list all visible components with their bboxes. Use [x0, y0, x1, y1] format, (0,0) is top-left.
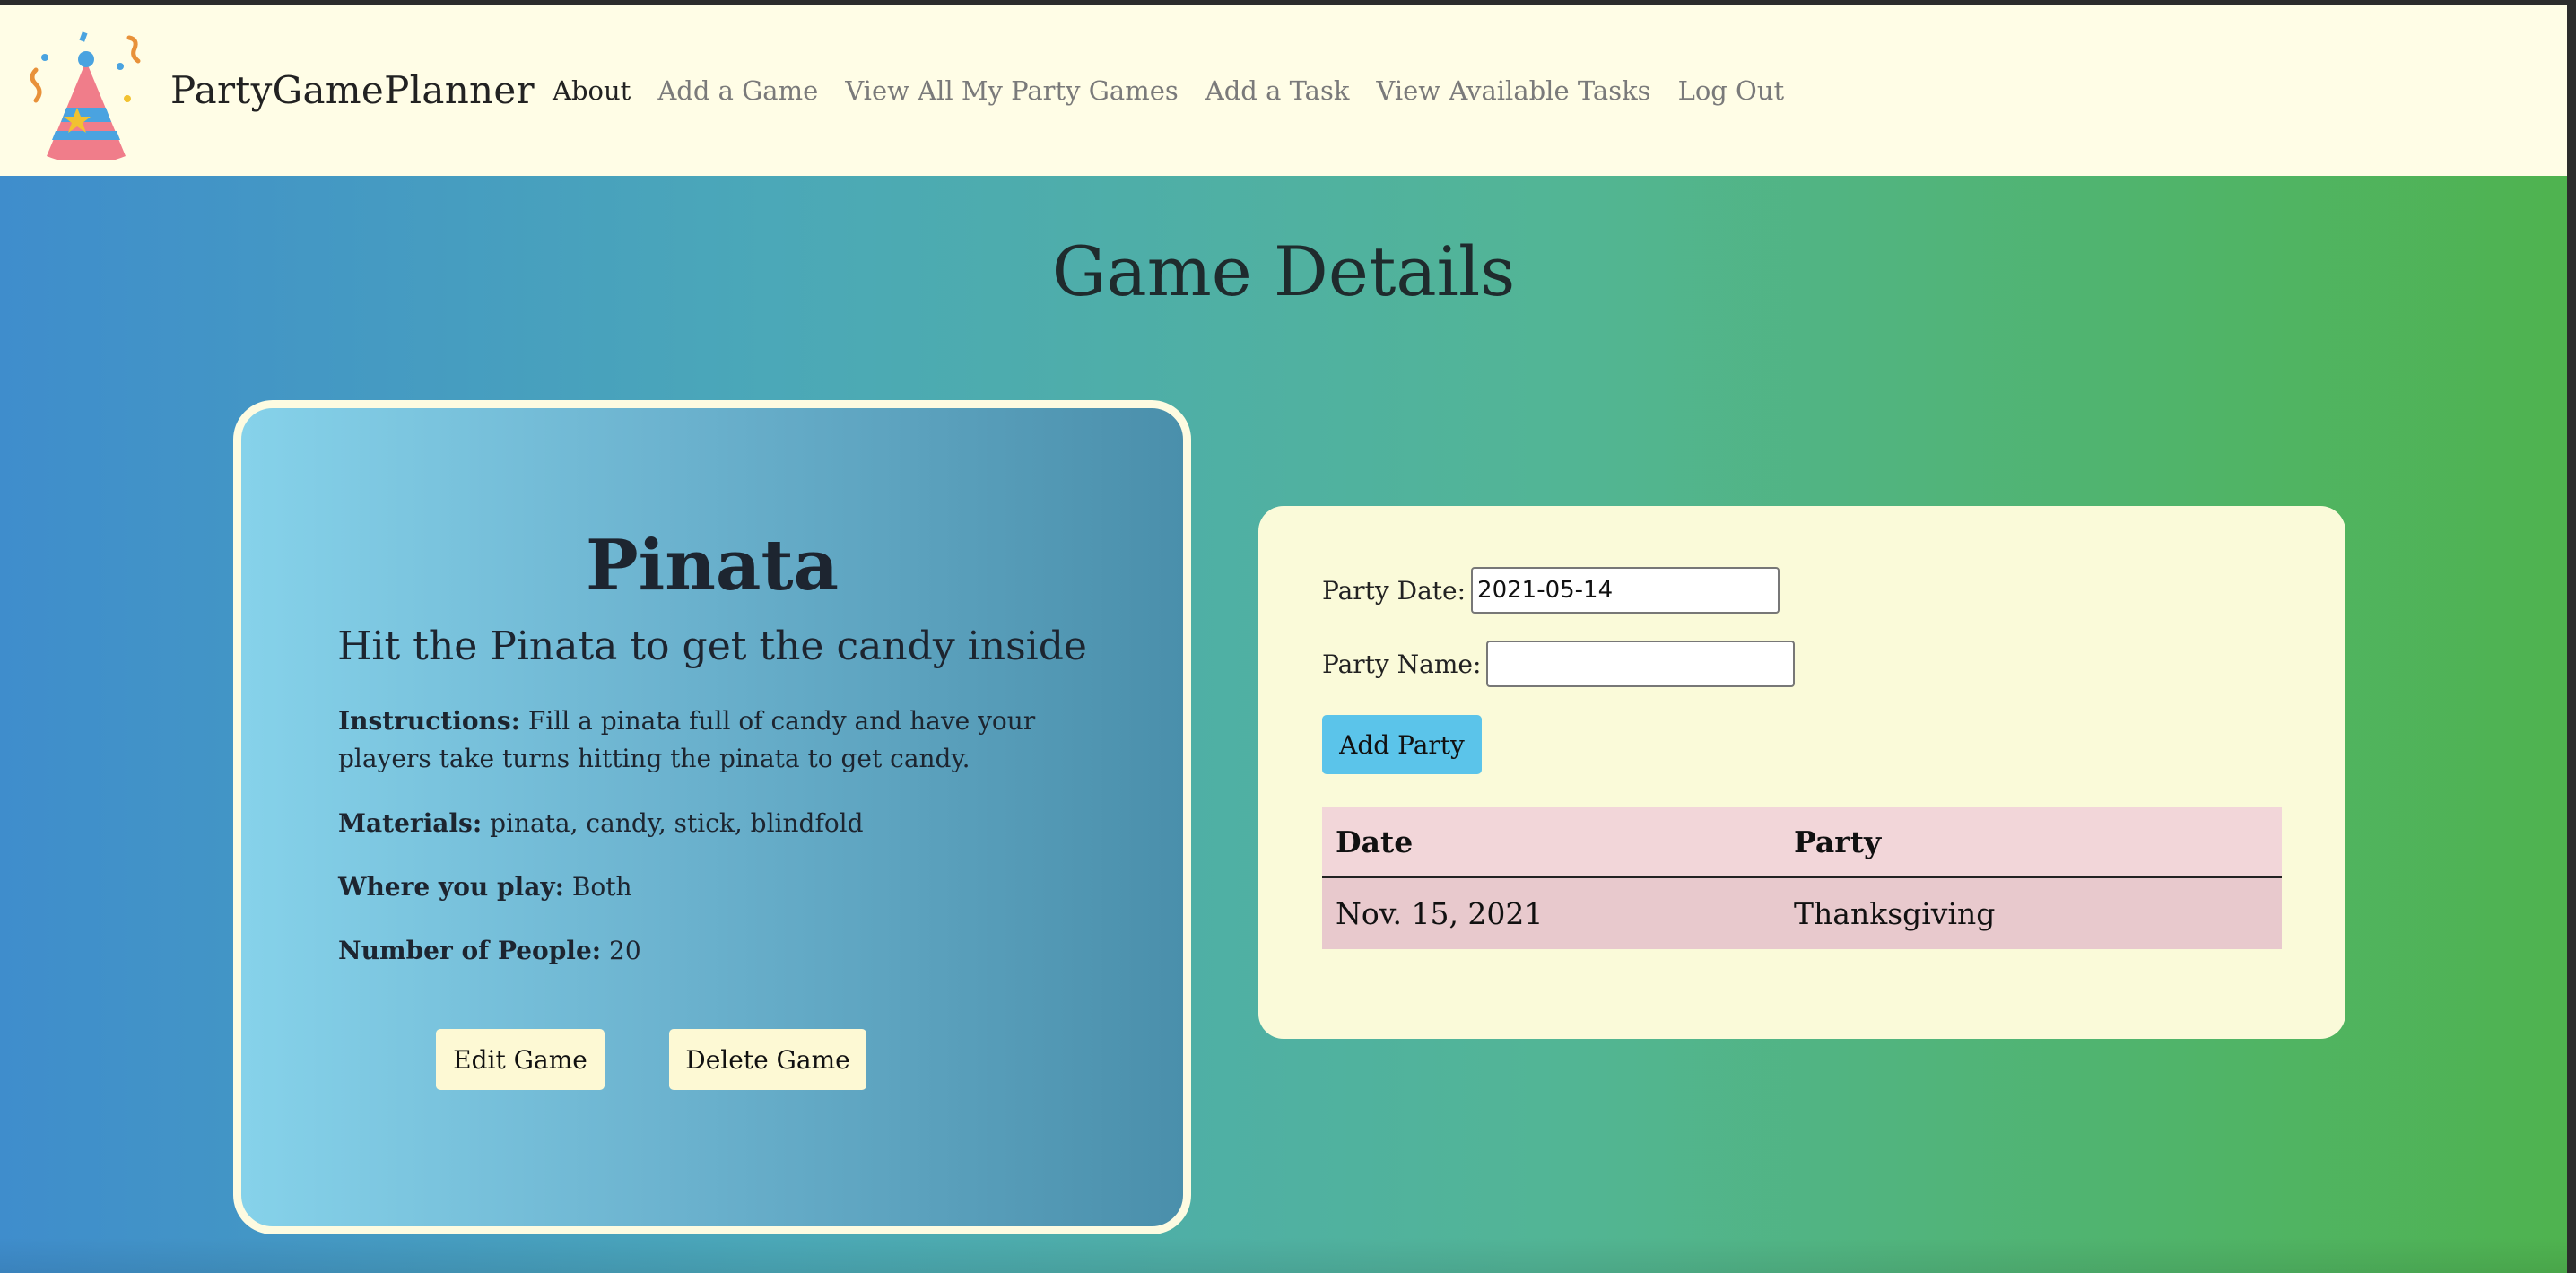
party-hat-icon[interactable]	[23, 25, 144, 164]
delete-game-button[interactable]: Delete Game	[669, 1029, 866, 1090]
nav-view-games-link[interactable]: View All My Party Games	[845, 75, 1179, 106]
people-label: Number of People:	[338, 936, 602, 965]
party-date-cell: Nov. 15, 2021	[1322, 877, 1780, 949]
table-header-row: Date Party	[1322, 807, 2282, 878]
where-label: Where you play:	[338, 872, 564, 902]
navbar: PartyGamePlanner About Add a Game View A…	[0, 5, 2567, 176]
where-text: Both	[571, 872, 632, 902]
nav-links: About Add a Game View All My Party Games…	[553, 75, 1784, 106]
table-row[interactable]: Nov. 15, 2021 Thanksgiving	[1322, 877, 2282, 949]
party-name-row: Party Name:	[1322, 641, 1796, 687]
party-name-label: Party Name:	[1322, 649, 1482, 679]
brand-name[interactable]: PartyGamePlanner	[170, 68, 535, 112]
instructions-label: Instructions:	[338, 706, 521, 736]
nav-add-game-link[interactable]: Add a Game	[657, 75, 818, 106]
party-date-label: Party Date:	[1322, 575, 1466, 606]
add-party-button[interactable]: Add Party	[1322, 715, 1482, 774]
party-name-cell: Thanksgiving	[1780, 877, 2282, 949]
bottom-shadow	[0, 1237, 2567, 1273]
party-date-row: Party Date:	[1322, 567, 1780, 614]
game-people: Number of People: 20	[338, 932, 1074, 970]
game-name: Pinata	[585, 525, 840, 606]
game-detail-card: Pinata Hit the Pinata to get the candy i…	[233, 400, 1191, 1234]
materials-label: Materials:	[338, 808, 483, 838]
game-instructions: Instructions: Fill a pinata full of cand…	[338, 702, 1074, 778]
nav-about-link[interactable]: About	[553, 75, 631, 106]
game-materials: Materials: pinata, candy, stick, blindfo…	[338, 805, 1074, 842]
people-text: 20	[609, 936, 641, 965]
edit-game-button[interactable]: Edit Game	[436, 1029, 605, 1090]
party-panel: Party Date: Party Name: Add Party Date P…	[1258, 506, 2345, 1039]
nav-logout-link[interactable]: Log Out	[1678, 75, 1785, 106]
column-header-date: Date	[1322, 807, 1780, 878]
column-header-party: Party	[1780, 807, 2282, 878]
game-where: Where you play: Both	[338, 868, 1074, 906]
party-name-input[interactable]	[1486, 641, 1796, 687]
party-date-input[interactable]	[1471, 567, 1780, 614]
nav-view-tasks-link[interactable]: View Available Tasks	[1376, 75, 1650, 106]
materials-text: pinata, candy, stick, blindfold	[490, 808, 864, 838]
nav-add-task-link[interactable]: Add a Task	[1205, 75, 1350, 106]
game-tagline: Hit the Pinata to get the candy inside	[337, 623, 1087, 669]
party-table: Date Party Nov. 15, 2021 Thanksgiving	[1322, 807, 2282, 949]
main-content: Game Details Pinata Hit the Pinata to ge…	[0, 176, 2567, 1273]
page-title: Game Details	[1051, 231, 1516, 311]
